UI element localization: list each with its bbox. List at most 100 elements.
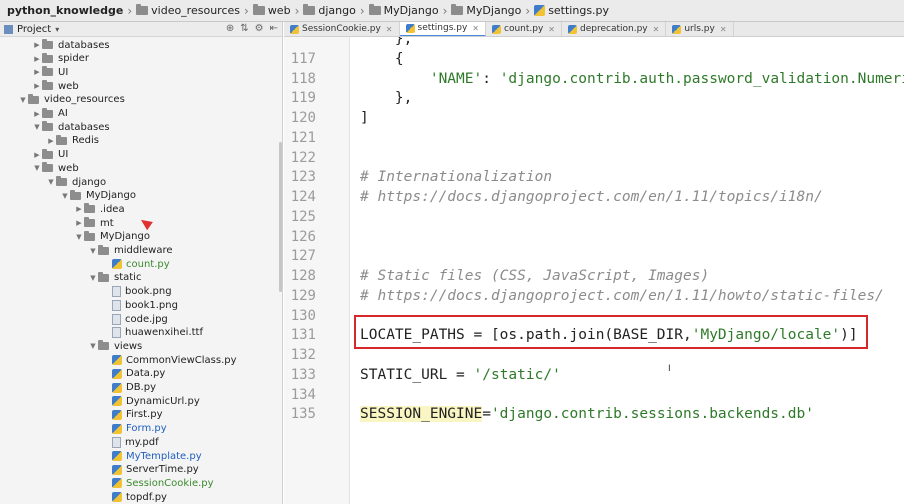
- close-icon[interactable]: ✕: [653, 25, 660, 34]
- project-icon: [4, 24, 13, 34]
- code-line[interactable]: STATIC_URL = '/static/': [360, 365, 561, 385]
- close-icon[interactable]: ✕: [386, 25, 393, 34]
- code-line[interactable]: # https://docs.djangoproject.com/en/1.11…: [360, 286, 884, 306]
- tree-folder-item[interactable]: ▶ mt: [74, 216, 114, 230]
- tree-folder-item[interactable]: ▼ django: [46, 175, 106, 189]
- tree-file-item[interactable]: huawenxihei.ttf: [102, 326, 203, 340]
- tree-file-item[interactable]: First.py: [102, 408, 163, 422]
- code-line[interactable]: },: [360, 37, 412, 49]
- chevron-down-icon[interactable]: ▼: [32, 164, 42, 172]
- tree-folder-item[interactable]: ▼ middleware: [88, 244, 173, 258]
- chevron-right-icon[interactable]: ▶: [74, 219, 84, 227]
- chevron-down-icon[interactable]: ▼: [32, 123, 42, 131]
- tree-folder-item[interactable]: ▼ views: [88, 339, 142, 353]
- hide-icon[interactable]: ⇤: [270, 23, 278, 34]
- close-icon[interactable]: ✕: [720, 25, 727, 34]
- close-icon[interactable]: ✕: [548, 25, 555, 34]
- tree-folder-item[interactable]: ▶ UI: [32, 148, 68, 162]
- chevron-down-icon[interactable]: ▼: [74, 233, 84, 241]
- tree-folder-item[interactable]: ▼ MyDjango: [74, 230, 150, 244]
- chevron-right-icon[interactable]: ▶: [74, 205, 84, 213]
- tree-file-item[interactable]: CommonViewClass.py: [102, 353, 237, 367]
- tree-folder-item[interactable]: ▼ MyDjango: [60, 189, 136, 203]
- tree-folder-item[interactable]: ▶ databases: [32, 38, 110, 52]
- gear-icon[interactable]: ⚙: [255, 23, 264, 34]
- tree-folder-item[interactable]: ▼ web: [32, 161, 79, 175]
- tree-file-item[interactable]: topdf.py: [102, 490, 167, 504]
- project-panel-title[interactable]: Project: [17, 24, 51, 35]
- tree-folder-item[interactable]: ▼ static: [88, 271, 141, 285]
- breadcrumb-item[interactable]: settings.py: [531, 4, 612, 17]
- tree-item-label: count.py: [126, 258, 170, 270]
- chevron-down-icon[interactable]: ▼: [88, 247, 98, 255]
- chevron-right-icon[interactable]: ▶: [32, 82, 42, 90]
- tree-file-item[interactable]: book.png: [102, 285, 172, 299]
- tree-file-item[interactable]: count.py: [102, 257, 170, 271]
- breadcrumb-item[interactable]: MyDjango: [366, 4, 442, 17]
- breadcrumb-item[interactable]: django: [300, 4, 358, 17]
- chevron-right-icon[interactable]: ▶: [46, 137, 56, 145]
- tree-file-item[interactable]: DynamicUrl.py: [102, 394, 200, 408]
- tree-item-label: code.jpg: [125, 313, 168, 325]
- tab-count-py[interactable]: count.py ✕: [486, 22, 562, 36]
- chevron-down-icon[interactable]: ▼: [88, 342, 98, 350]
- code-line[interactable]: SESSION_ENGINE='django.contrib.sessions.…: [360, 404, 814, 424]
- line-number: 117: [290, 50, 316, 67]
- tree-folder-item[interactable]: ▼ video_resources: [18, 93, 125, 107]
- chevron-down-icon[interactable]: ▼: [46, 178, 56, 186]
- tree-file-item[interactable]: code.jpg: [102, 312, 168, 326]
- file-icon: [112, 286, 121, 298]
- code-line[interactable]: # Static files (CSS, JavaScript, Images): [360, 266, 709, 286]
- tree-file-item[interactable]: SessionCookie.py: [102, 476, 214, 490]
- tree-file-item[interactable]: ServerTime.py: [102, 463, 199, 477]
- breadcrumb-item[interactable]: video_resources: [133, 4, 243, 17]
- code-line[interactable]: ]: [360, 108, 369, 128]
- tree-scrollbar[interactable]: [279, 142, 282, 292]
- tree-file-item[interactable]: DB.py: [102, 381, 156, 395]
- code-line[interactable]: 'NAME': 'django.contrib.auth.password_va…: [360, 69, 904, 89]
- tree-item-label: MyTemplate.py: [126, 450, 202, 462]
- code-line[interactable]: },: [360, 88, 412, 108]
- tree-item-label: book1.png: [125, 299, 178, 311]
- tree-file-item[interactable]: my.pdf: [102, 435, 159, 449]
- tree-folder-item[interactable]: ▶ Redis: [46, 134, 99, 148]
- chevron-right-icon[interactable]: ▶: [32, 55, 42, 63]
- chevron-right-icon[interactable]: ▶: [32, 110, 42, 118]
- breadcrumb-item[interactable]: web: [250, 4, 294, 17]
- tree-folder-item[interactable]: ▶ UI: [32, 65, 68, 79]
- chevron-down-icon[interactable]: ▾: [55, 25, 59, 34]
- target-icon[interactable]: ⊕: [226, 23, 234, 34]
- chevron-right-icon[interactable]: ▶: [32, 68, 42, 76]
- tab-urls-py[interactable]: urls.py ✕: [666, 22, 734, 36]
- breadcrumb-item[interactable]: MyDjango: [448, 4, 524, 17]
- code-token: 'django.contrib.sessions.backends.db': [490, 406, 814, 423]
- tree-folder-item[interactable]: ▶ AI: [32, 107, 68, 121]
- code-token: 'MyDjango/locale': [691, 327, 841, 344]
- breadcrumb-item[interactable]: python_knowledge: [4, 4, 126, 17]
- collapse-icon[interactable]: ⇅: [240, 23, 248, 34]
- close-icon[interactable]: ✕: [472, 24, 479, 33]
- tree-file-item[interactable]: Data.py: [102, 367, 165, 381]
- code-line[interactable]: # Internationalization: [360, 167, 552, 187]
- tab-settings-py[interactable]: settings.py ✕: [399, 22, 486, 36]
- tab-label: count.py: [504, 24, 544, 34]
- tree-folder-item[interactable]: ▶ spider: [32, 52, 89, 66]
- tree-folder-item[interactable]: ▶ web: [32, 79, 79, 93]
- chevron-down-icon[interactable]: ▼: [88, 274, 98, 282]
- python-file-icon: [112, 396, 122, 407]
- code-line[interactable]: LOCATE_PATHS = [os.path.join(BASE_DIR,'M…: [360, 325, 858, 345]
- chevron-down-icon[interactable]: ▼: [60, 192, 70, 200]
- tree-folder-item[interactable]: ▶ .idea: [74, 202, 125, 216]
- chevron-down-icon[interactable]: ▼: [18, 96, 28, 104]
- code-line[interactable]: {: [360, 49, 404, 69]
- chevron-right-icon[interactable]: ▶: [32, 41, 42, 49]
- tab-deprecation-py[interactable]: deprecation.py ✕: [562, 22, 667, 36]
- tree-file-item[interactable]: book1.png: [102, 298, 178, 312]
- chevron-right-icon[interactable]: ▶: [32, 151, 42, 159]
- code-editor[interactable]: }, { 'NAME': 'django.contrib.auth.passwo…: [351, 37, 904, 504]
- code-line[interactable]: # https://docs.djangoproject.com/en/1.11…: [360, 187, 823, 207]
- breadcrumb-separator-icon: ›: [442, 3, 448, 18]
- tree-file-item[interactable]: MyTemplate.py: [102, 449, 202, 463]
- tree-file-item[interactable]: Form.py: [102, 422, 167, 436]
- tree-folder-item[interactable]: ▼ databases: [32, 120, 110, 134]
